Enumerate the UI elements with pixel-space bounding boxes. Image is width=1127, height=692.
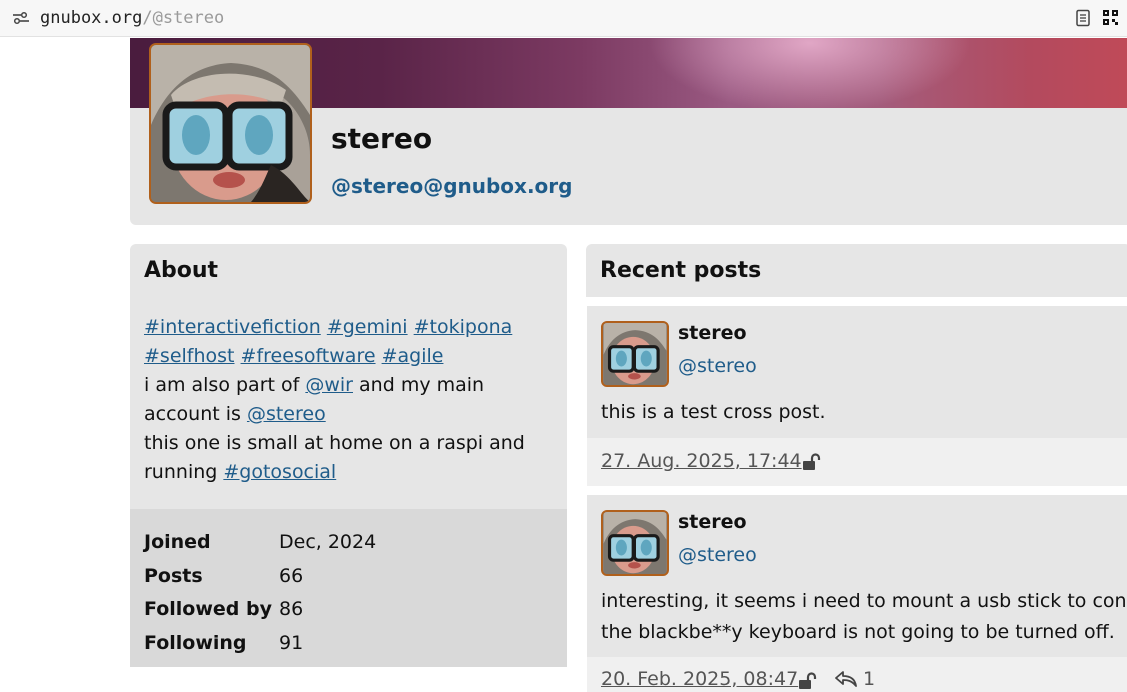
avatar-portrait — [603, 512, 667, 574]
reader-mode-icon[interactable] — [1075, 9, 1091, 27]
profile-avatar[interactable] — [149, 43, 312, 204]
post-avatar[interactable] — [601, 321, 669, 387]
post-card[interactable]: stereo @stereo this is a test cross post… — [587, 306, 1127, 486]
bio-text: i am also part of — [144, 374, 306, 396]
recent-posts-header: Recent posts — [586, 244, 1127, 297]
hashtag-link[interactable]: #agile — [382, 345, 444, 367]
post-date-link[interactable]: 20. Feb. 2025, 08:47 — [601, 668, 798, 690]
post-author-handle[interactable]: @stereo — [678, 544, 757, 566]
site-info-icon[interactable] — [12, 11, 30, 25]
stat-value: 86 — [279, 598, 304, 620]
hashtag-link[interactable]: #gemini — [327, 316, 408, 338]
stat-value: 91 — [279, 632, 304, 654]
hashtag-link-gotosocial[interactable]: #gotosocial — [223, 461, 336, 483]
post-content-line: interesting, it seems i need to mount a … — [601, 590, 1127, 612]
profile-header: stereo @stereo@gnubox.org — [130, 38, 1127, 225]
stat-label: Joined — [144, 531, 211, 553]
post-content-line: the blackbe**y keyboard is not going to … — [601, 621, 1115, 643]
reply-icon[interactable] — [835, 670, 857, 688]
address-bar[interactable]: gnubox.org/@stereo — [0, 0, 1127, 37]
reply-count: 1 — [863, 668, 876, 690]
url-path: /@stereo — [142, 8, 225, 28]
post-avatar[interactable] — [601, 510, 669, 576]
stat-label: Following — [144, 632, 247, 654]
profile-bio: #interactivefiction #gemini #tokipona #s… — [144, 313, 554, 487]
avatar-portrait — [151, 45, 310, 202]
profile-handle[interactable]: @stereo@gnubox.org — [331, 174, 572, 198]
stat-value: Dec, 2024 — [279, 531, 377, 553]
mention-link-wir[interactable]: @wir — [305, 374, 353, 396]
stat-label: Posts — [144, 565, 203, 587]
url-text[interactable]: gnubox.org/@stereo — [40, 7, 224, 29]
lock-open-icon — [799, 672, 817, 689]
stat-value: 66 — [279, 565, 304, 587]
post-footer: 27. Aug. 2025, 17:44 — [587, 438, 1127, 486]
mention-link-stereo[interactable]: @stereo — [247, 403, 326, 425]
post-footer: 20. Feb. 2025, 08:47 1 — [587, 657, 1127, 692]
hashtag-link[interactable]: #interactivefiction — [144, 316, 321, 338]
stat-label: Followed by — [144, 598, 272, 620]
post-card[interactable]: stereo @stereo interesting, it seems i n… — [587, 495, 1127, 692]
post-author-name[interactable]: stereo — [678, 322, 747, 344]
post-author-handle[interactable]: @stereo — [678, 355, 757, 377]
recent-posts-heading: Recent posts — [600, 258, 762, 283]
about-heading: About — [144, 258, 219, 283]
profile-display-name: stereo — [331, 122, 433, 155]
post-author-name[interactable]: stereo — [678, 511, 747, 533]
lock-open-icon — [803, 453, 821, 470]
post-content: this is a test cross post. — [601, 401, 826, 423]
profile-stats: Joined Dec, 2024 Posts 66 Followed by 86… — [130, 509, 567, 667]
hashtag-link[interactable]: #tokipona — [414, 316, 513, 338]
post-date-link[interactable]: 27. Aug. 2025, 17:44 — [601, 450, 802, 472]
about-panel: About #interactivefiction #gemini #tokip… — [130, 244, 567, 667]
hashtag-link[interactable]: #selfhost — [144, 345, 235, 367]
qr-code-icon[interactable] — [1102, 9, 1119, 26]
hashtag-link[interactable]: #freesoftware — [241, 345, 376, 367]
url-host: gnubox.org — [40, 8, 143, 28]
avatar-portrait — [603, 323, 667, 385]
